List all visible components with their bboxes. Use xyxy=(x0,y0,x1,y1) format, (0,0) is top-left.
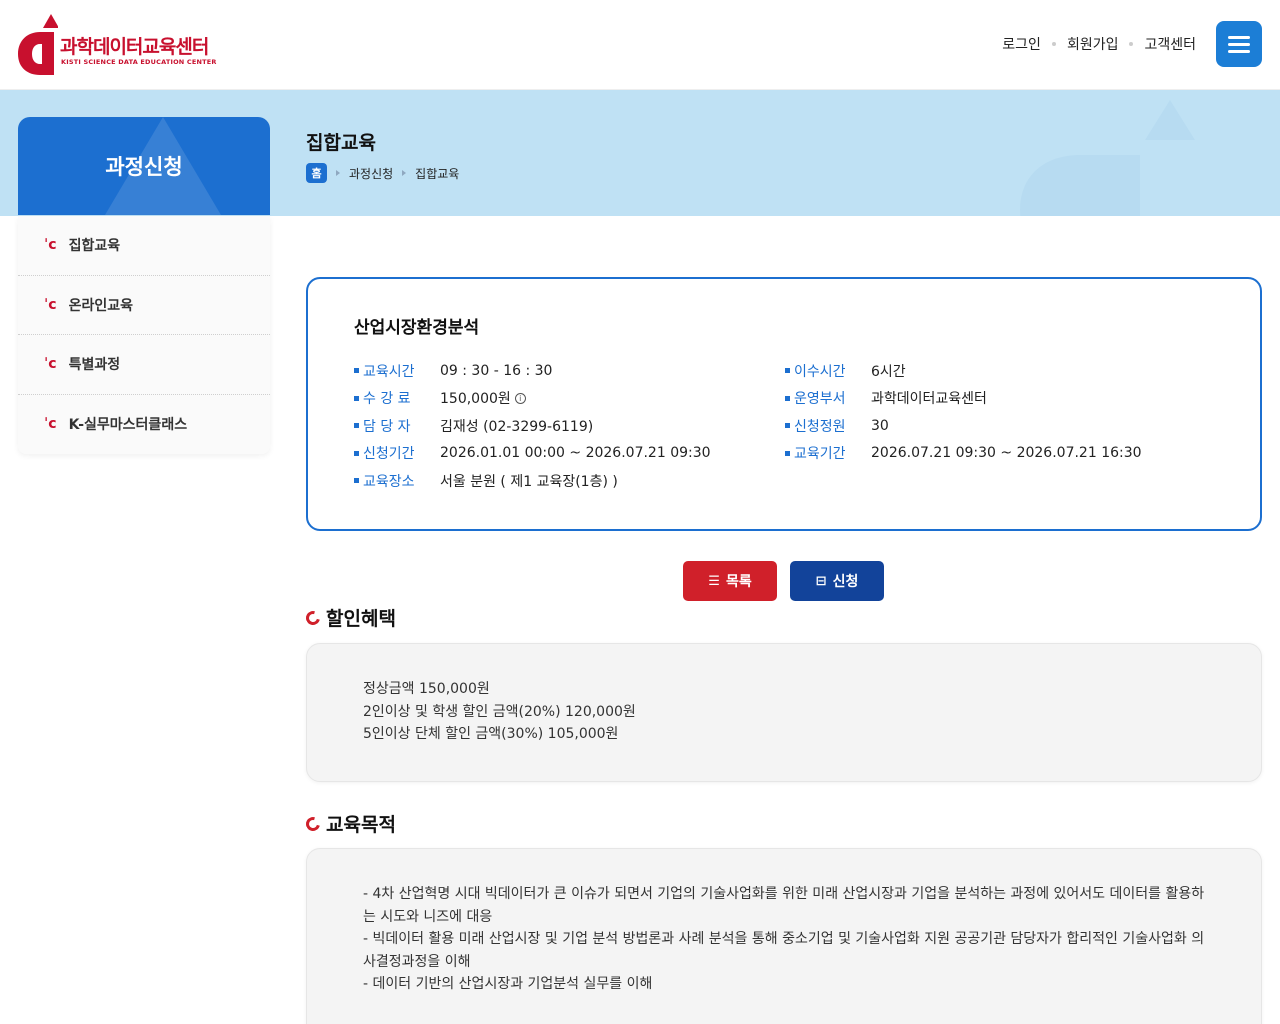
info-label: 신청정원 xyxy=(785,416,871,436)
info-row-edu-time: 교육시간 09 : 30 - 16 : 30 xyxy=(354,357,711,385)
info-value: 과학데이터교육센터 xyxy=(871,391,987,408)
course-title: 산업시장환경분석 xyxy=(354,318,480,338)
purpose-line: - 4차 산업혁명 시대 빅데이터가 큰 이슈가 되면서 기업의 기술사업화를 … xyxy=(363,886,1205,925)
breadcrumb-arrow-icon xyxy=(402,170,407,176)
benefit-box: 정상금액 150,000원 2인이상 및 학생 할인 금액(20%) 120,0… xyxy=(306,643,1262,782)
sidebar-title: 과정신청 xyxy=(105,155,183,179)
purpose-line: - 데이터 기반의 산업시장과 기업분석 실무를 이해 xyxy=(363,976,653,993)
purpose-title: 교육목적 xyxy=(326,814,396,836)
top-nav: 로그인 회원가입 고객센터 xyxy=(1002,34,1196,54)
info-label: 이수시간 xyxy=(785,361,871,381)
purpose-section-title: 교육목적 xyxy=(303,810,396,837)
info-value: 09 : 30 - 16 : 30 xyxy=(440,362,553,379)
sidebar-item-group-education[interactable]: ˈc 집합교육 xyxy=(18,216,270,276)
info-row-edu-period: 교육기간 2026.07.21 09:30 ~ 2026.07.21 16:30 xyxy=(785,440,1142,468)
info-row-complete-hours: 이수시간 6시간 xyxy=(785,357,1142,385)
hamburger-icon xyxy=(1228,49,1250,53)
bullet-mark-icon: ˈc xyxy=(44,416,57,433)
info-label: 운영부서 xyxy=(785,388,871,408)
course-info-box: 산업시장환경분석 교육시간 09 : 30 - 16 : 30 수 강 료 15… xyxy=(306,277,1262,531)
info-row-location: 교육장소 서울 분원 ( 제1 교육장(1층) ) xyxy=(354,467,711,495)
benefit-section-title: 할인혜택 xyxy=(303,604,396,631)
site-header: 과학데이터교육센터 KISTI SCIENCE DATA EDUCATION C… xyxy=(0,0,1280,90)
breadcrumb-item[interactable]: 과정신청 xyxy=(349,165,393,182)
breadcrumb-arrow-icon xyxy=(336,170,340,176)
info-value: 6시간 xyxy=(871,363,906,380)
list-icon: ☰ xyxy=(708,573,720,589)
sidebar-item-label: 온라인교육 xyxy=(68,297,133,314)
info-label: 수 강 료 xyxy=(354,388,440,408)
login-link[interactable]: 로그인 xyxy=(1002,34,1041,54)
purpose-box: - 4차 산업혁명 시대 빅데이터가 큰 이슈가 되면서 기업의 기술사업화를 … xyxy=(306,848,1262,1024)
apply-icon: ⊟ xyxy=(815,573,827,589)
course-info-right: 이수시간 6시간 운영부서 과학데이터교육센터 신청정원 30 교육기간 202… xyxy=(785,357,1142,467)
purpose-line: - 빅데이터 활용 미래 산업시장 및 기업 분석 방법론과 사례 분석을 통해… xyxy=(363,931,1205,970)
nav-separator xyxy=(1129,42,1134,46)
sidebar-item-label: K-실무마스터클래스 xyxy=(68,417,188,434)
info-label: 교육기간 xyxy=(785,443,871,463)
info-label: 교육장소 xyxy=(354,471,440,491)
info-value: 2026.01.01 00:00 ~ 2026.07.21 09:30 xyxy=(440,445,711,462)
info-value: 150,000원 xyxy=(440,391,511,408)
section-mark-icon xyxy=(303,813,323,834)
info-icon[interactable]: i xyxy=(514,392,526,404)
info-value: 2026.07.21 09:30 ~ 2026.07.21 16:30 xyxy=(871,445,1142,462)
info-label: 교육시간 xyxy=(354,361,440,381)
site-logo[interactable]: 과학데이터교육센터 KISTI SCIENCE DATA EDUCATION C… xyxy=(18,12,238,78)
benefit-title: 할인혜택 xyxy=(326,608,396,630)
sidebar-item-master-class[interactable]: ˈc K-실무마스터클래스 xyxy=(18,395,270,455)
page-title: 집합교육 xyxy=(306,132,376,154)
hamburger-icon xyxy=(1228,42,1250,46)
info-value: 서울 분원 ( 제1 교육장(1층) ) xyxy=(440,473,618,490)
customer-center-link[interactable]: 고객센터 xyxy=(1144,34,1196,54)
signup-link[interactable]: 회원가입 xyxy=(1067,34,1119,54)
benefit-line: 정상금액 150,000원 xyxy=(363,681,490,697)
list-button[interactable]: ☰ 목록 xyxy=(683,561,777,601)
info-row-apply-period: 신청기간 2026.01.01 00:00 ~ 2026.07.21 09:30 xyxy=(354,440,711,468)
home-icon[interactable]: 홈 xyxy=(306,163,327,183)
info-value: 김재성 (02-3299-6119) xyxy=(440,418,594,435)
info-row-fee: 수 강 료 150,000원 i xyxy=(354,385,711,413)
sidebar-item-label: 특별과정 xyxy=(68,357,121,374)
sidebar-menu: ˈc 집합교육 ˈc 온라인교육 ˈc 특별과정 ˈc K-실무마스터클래스 xyxy=(18,216,270,454)
banner-decoration-icon xyxy=(1020,100,1195,216)
info-row-department: 운영부서 과학데이터교육센터 xyxy=(785,385,1142,413)
hamburger-menu-button[interactable] xyxy=(1216,21,1262,67)
section-mark-icon xyxy=(303,607,323,628)
breadcrumb: 홈 과정신청 집합교육 xyxy=(306,163,459,183)
sidebar-item-special-course[interactable]: ˈc 특별과정 xyxy=(18,335,270,395)
logo-subtitle: KISTI SCIENCE DATA EDUCATION CENTER xyxy=(61,58,217,66)
apply-button-label: 신청 xyxy=(832,574,859,590)
sidebar-header: 과정신청 xyxy=(18,117,270,215)
course-info-left: 교육시간 09 : 30 - 16 : 30 수 강 료 150,000원 i … xyxy=(354,357,711,495)
bullet-mark-icon: ˈc xyxy=(44,356,57,373)
bullet-mark-icon: ˈc xyxy=(44,296,57,313)
info-row-capacity: 신청정원 30 xyxy=(785,412,1142,440)
apply-button[interactable]: ⊟ 신청 xyxy=(790,561,884,601)
info-value: 30 xyxy=(871,417,889,434)
benefit-line: 5인이상 단체 할인 금액(30%) 105,000원 xyxy=(363,726,619,743)
logo-mark-icon xyxy=(18,14,58,75)
sidebar-item-online-education[interactable]: ˈc 온라인교육 xyxy=(18,276,270,335)
nav-separator xyxy=(1051,42,1056,46)
list-button-label: 목록 xyxy=(725,574,752,590)
info-label: 담 당 자 xyxy=(354,416,440,436)
info-label: 신청기간 xyxy=(354,443,440,463)
info-row-manager: 담 당 자 김재성 (02-3299-6119) xyxy=(354,412,711,440)
sidebar-item-label: 집합교육 xyxy=(68,238,121,255)
breadcrumb-item-current[interactable]: 집합교육 xyxy=(415,165,459,182)
hamburger-icon xyxy=(1228,35,1250,39)
benefit-line: 2인이상 및 학생 할인 금액(20%) 120,000원 xyxy=(363,703,636,720)
logo-text: 과학데이터교육센터 xyxy=(60,36,209,58)
bullet-mark-icon: ˈc xyxy=(44,237,57,254)
